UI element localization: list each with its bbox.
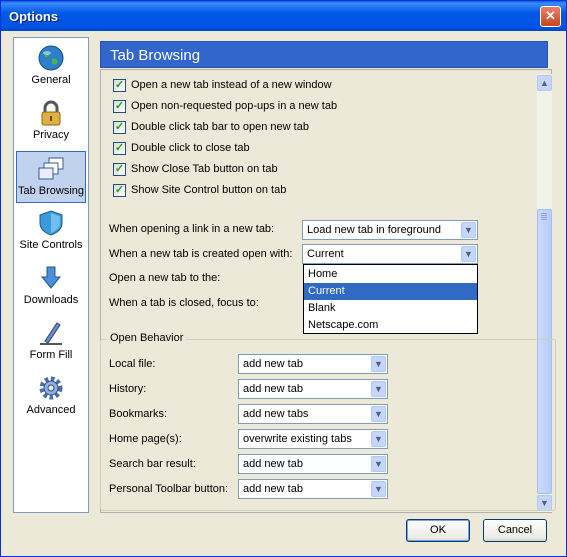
checkbox-label: Show Site Control button on tab	[131, 184, 287, 196]
chevron-down-icon[interactable]: ▼	[371, 481, 386, 497]
page-title: Tab Browsing	[100, 41, 548, 68]
cancel-button[interactable]: Cancel	[483, 519, 547, 542]
chevron-down-icon[interactable]: ▼	[461, 222, 476, 238]
checkbox[interactable]: ✓	[113, 142, 126, 155]
chevron-down-icon[interactable]: ▼	[371, 431, 386, 447]
history-select[interactable]: add new tab ▼	[238, 379, 388, 399]
sidebar-item-label: Privacy	[32, 129, 70, 141]
select-value: add new tab	[243, 483, 303, 495]
new-tab-open-with-dropdown: Home Current Blank Netscape.com	[303, 264, 478, 334]
ok-button[interactable]: OK	[406, 519, 470, 542]
chevron-down-icon[interactable]: ▼	[371, 456, 386, 472]
sidebar-item-general[interactable]: General	[16, 41, 86, 93]
setting-label-new-tab-position: Open a new tab to the:	[109, 272, 221, 284]
checkbox[interactable]: ✓	[113, 163, 126, 176]
bookmarks-select[interactable]: add new tabs ▼	[238, 404, 388, 424]
checkbox[interactable]: ✓	[113, 79, 126, 92]
sidebar-item-label: Advanced	[26, 404, 76, 416]
chevron-down-icon[interactable]: ▼	[371, 406, 386, 422]
behavior-label-home-pages: Home page(s):	[109, 433, 182, 445]
select-value: overwrite existing tabs	[243, 433, 352, 445]
behavior-label-history: History:	[109, 383, 147, 395]
checkbox[interactable]: ✓	[113, 100, 126, 113]
dropdown-option-netscape[interactable]: Netscape.com	[304, 317, 477, 334]
checkbox-label: Double click to close tab	[131, 142, 250, 154]
checkbox[interactable]: ✓	[113, 184, 126, 197]
setting-label-link-new-tab: When opening a link in a new tab:	[109, 223, 275, 235]
behavior-label-local-file: Local file:	[109, 358, 156, 370]
options-window: Options ✕ General Privacy Tab Browsing S…	[0, 0, 567, 557]
select-value: Current	[307, 248, 344, 260]
behavior-label-bookmarks: Bookmarks:	[109, 408, 168, 420]
open-behavior-title: Open Behavior	[107, 332, 187, 344]
select-value: add new tab	[243, 458, 303, 470]
setting-label-new-tab-open-with: When a new tab is created open with:	[109, 248, 293, 260]
select-value: add new tabs	[243, 408, 309, 420]
sidebar-item-downloads[interactable]: Downloads	[16, 261, 86, 313]
checkbox-label: Open a new tab instead of a new window	[131, 79, 332, 91]
dropdown-option-blank[interactable]: Blank	[304, 300, 477, 317]
behavior-label-personal-toolbar: Personal Toolbar button:	[109, 483, 229, 495]
chevron-down-icon[interactable]: ▼	[461, 246, 476, 262]
behavior-label-search-bar: Search bar result:	[109, 458, 196, 470]
shield-icon	[39, 210, 63, 236]
title-bar: Options ✕	[1, 1, 566, 31]
checkbox[interactable]: ✓	[113, 121, 126, 134]
tabs-icon	[38, 157, 64, 180]
local-file-select[interactable]: add new tab ▼	[238, 354, 388, 374]
scroll-grip	[541, 213, 547, 214]
select-value: add new tab	[243, 358, 303, 370]
checkbox-label: Show Close Tab button on tab	[131, 163, 278, 175]
sidebar-item-label: General	[31, 74, 71, 86]
chevron-down-icon[interactable]: ▼	[371, 381, 386, 397]
link-new-tab-select[interactable]: Load new tab in foreground ▼	[302, 220, 478, 240]
sidebar-item-tab-browsing[interactable]: Tab Browsing	[16, 151, 86, 203]
chevron-down-icon[interactable]: ▼	[371, 356, 386, 372]
globe-icon	[38, 45, 64, 71]
sidebar-item-label: Form Fill	[29, 349, 73, 361]
select-value: add new tab	[243, 383, 303, 395]
padlock-icon	[41, 100, 61, 126]
home-pages-select[interactable]: overwrite existing tabs ▼	[238, 429, 388, 449]
sidebar-item-privacy[interactable]: Privacy	[16, 96, 86, 148]
sidebar-item-site-controls[interactable]: Site Controls	[16, 206, 86, 258]
sidebar-item-label: Downloads	[23, 294, 79, 306]
new-tab-open-with-select[interactable]: Current ▼	[302, 244, 478, 264]
setting-label-tab-closed-focus: When a tab is closed, focus to:	[109, 297, 259, 309]
personal-toolbar-select[interactable]: add new tab ▼	[238, 479, 388, 499]
dropdown-option-home[interactable]: Home	[304, 266, 477, 283]
pen-icon	[40, 322, 62, 345]
sidebar-item-label: Tab Browsing	[17, 185, 85, 197]
download-arrow-icon	[40, 266, 62, 289]
sidebar-item-form-fill[interactable]: Form Fill	[16, 316, 86, 368]
category-sidebar: General Privacy Tab Browsing Site Contro…	[13, 37, 89, 513]
sidebar-item-advanced[interactable]: Advanced	[16, 371, 86, 423]
search-bar-result-select[interactable]: add new tab ▼	[238, 454, 388, 474]
scroll-up-button[interactable]: ▲	[537, 75, 552, 91]
gear-icon	[39, 376, 63, 400]
checkbox-label: Open non-requested pop-ups in a new tab	[131, 100, 338, 112]
checkbox-label: Double click tab bar to open new tab	[131, 121, 309, 133]
close-button[interactable]: ✕	[540, 6, 561, 27]
dropdown-option-current[interactable]: Current	[304, 283, 477, 300]
sidebar-item-label: Site Controls	[19, 239, 83, 251]
window-title: Options	[9, 9, 59, 24]
select-value: Load new tab in foreground	[307, 224, 441, 236]
